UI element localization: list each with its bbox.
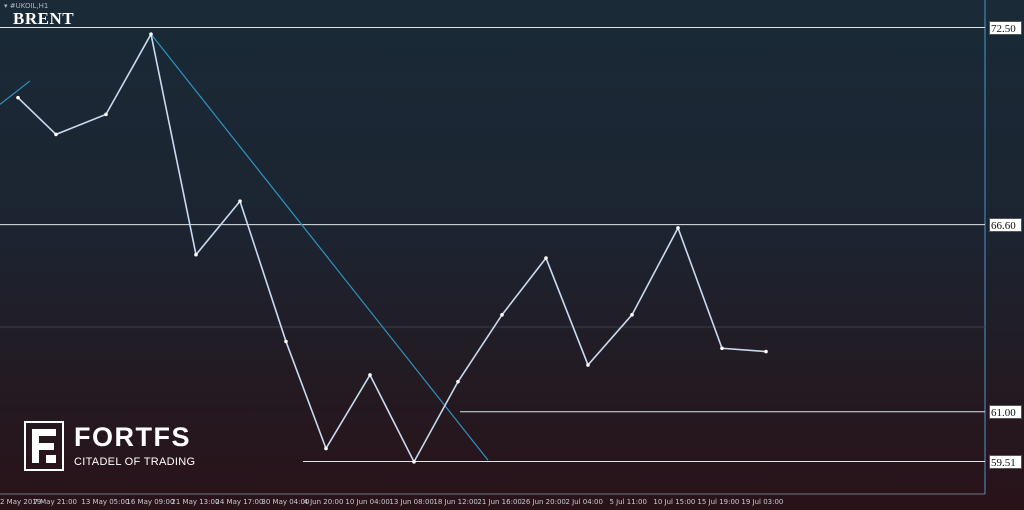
trendline bbox=[0, 80, 31, 105]
x-tick-label: 18 Jun 12:00 bbox=[433, 498, 478, 506]
x-tick-label: 10 Jul 15:00 bbox=[653, 498, 696, 506]
price-point bbox=[764, 349, 768, 354]
x-tick-label: 4 Jun 20:00 bbox=[303, 498, 344, 506]
price-series-line bbox=[17, 31, 767, 464]
logo-name: FORTFS bbox=[74, 422, 191, 452]
price-point bbox=[54, 132, 58, 137]
brand-logo: FORTFS CITADEL OF TRADING bbox=[24, 421, 214, 471]
x-tick-label: 21 Jun 16:00 bbox=[477, 498, 522, 506]
price-level-label: 59.51 bbox=[989, 454, 1022, 469]
x-tick-label: 16 May 09:00 bbox=[126, 498, 175, 506]
price-point bbox=[149, 32, 153, 36]
x-tick-label: 5 Jul 11:00 bbox=[609, 498, 647, 506]
x-tick-label: 26 Jun 20:00 bbox=[521, 498, 566, 506]
price-level-label: 66.60 bbox=[989, 217, 1022, 232]
price-point bbox=[16, 95, 20, 100]
price-point bbox=[104, 112, 108, 117]
price-point bbox=[368, 373, 372, 377]
chart-title: BRENT bbox=[13, 9, 75, 28]
x-tick-label: 7 May 21:00 bbox=[33, 498, 77, 506]
x-tick-label: 19 Jul 03:00 bbox=[741, 498, 784, 506]
x-tick-label: 13 Jun 08:00 bbox=[389, 498, 434, 506]
x-tick-label: 10 Jun 04:00 bbox=[345, 498, 390, 506]
x-tick-label: 13 May 05:00 bbox=[81, 498, 130, 506]
price-point bbox=[630, 313, 634, 317]
price-point bbox=[720, 346, 724, 351]
price-point bbox=[324, 446, 328, 451]
price-point bbox=[194, 252, 198, 257]
price-point bbox=[412, 460, 416, 464]
x-tick-label: 24 May 17:00 bbox=[215, 498, 264, 506]
x-tick-label: 21 May 13:00 bbox=[171, 498, 220, 506]
price-point bbox=[238, 199, 242, 204]
price-point bbox=[586, 363, 590, 367]
price-point bbox=[676, 226, 680, 230]
price-point bbox=[500, 313, 504, 317]
price-level-label: 61.00 bbox=[989, 404, 1022, 419]
logo-tagline: CITADEL OF TRADING bbox=[74, 456, 196, 468]
fortfs-logo-icon bbox=[24, 421, 64, 471]
price-point bbox=[544, 256, 548, 260]
price-point bbox=[456, 379, 460, 384]
x-tick-label: 30 May 04:00 bbox=[261, 498, 310, 506]
price-point bbox=[284, 339, 288, 344]
x-tick-label: 15 Jul 19:00 bbox=[697, 498, 740, 506]
price-level-label: 72.50 bbox=[989, 20, 1022, 35]
x-tick-label: 2 Jul 04:00 bbox=[565, 498, 603, 506]
